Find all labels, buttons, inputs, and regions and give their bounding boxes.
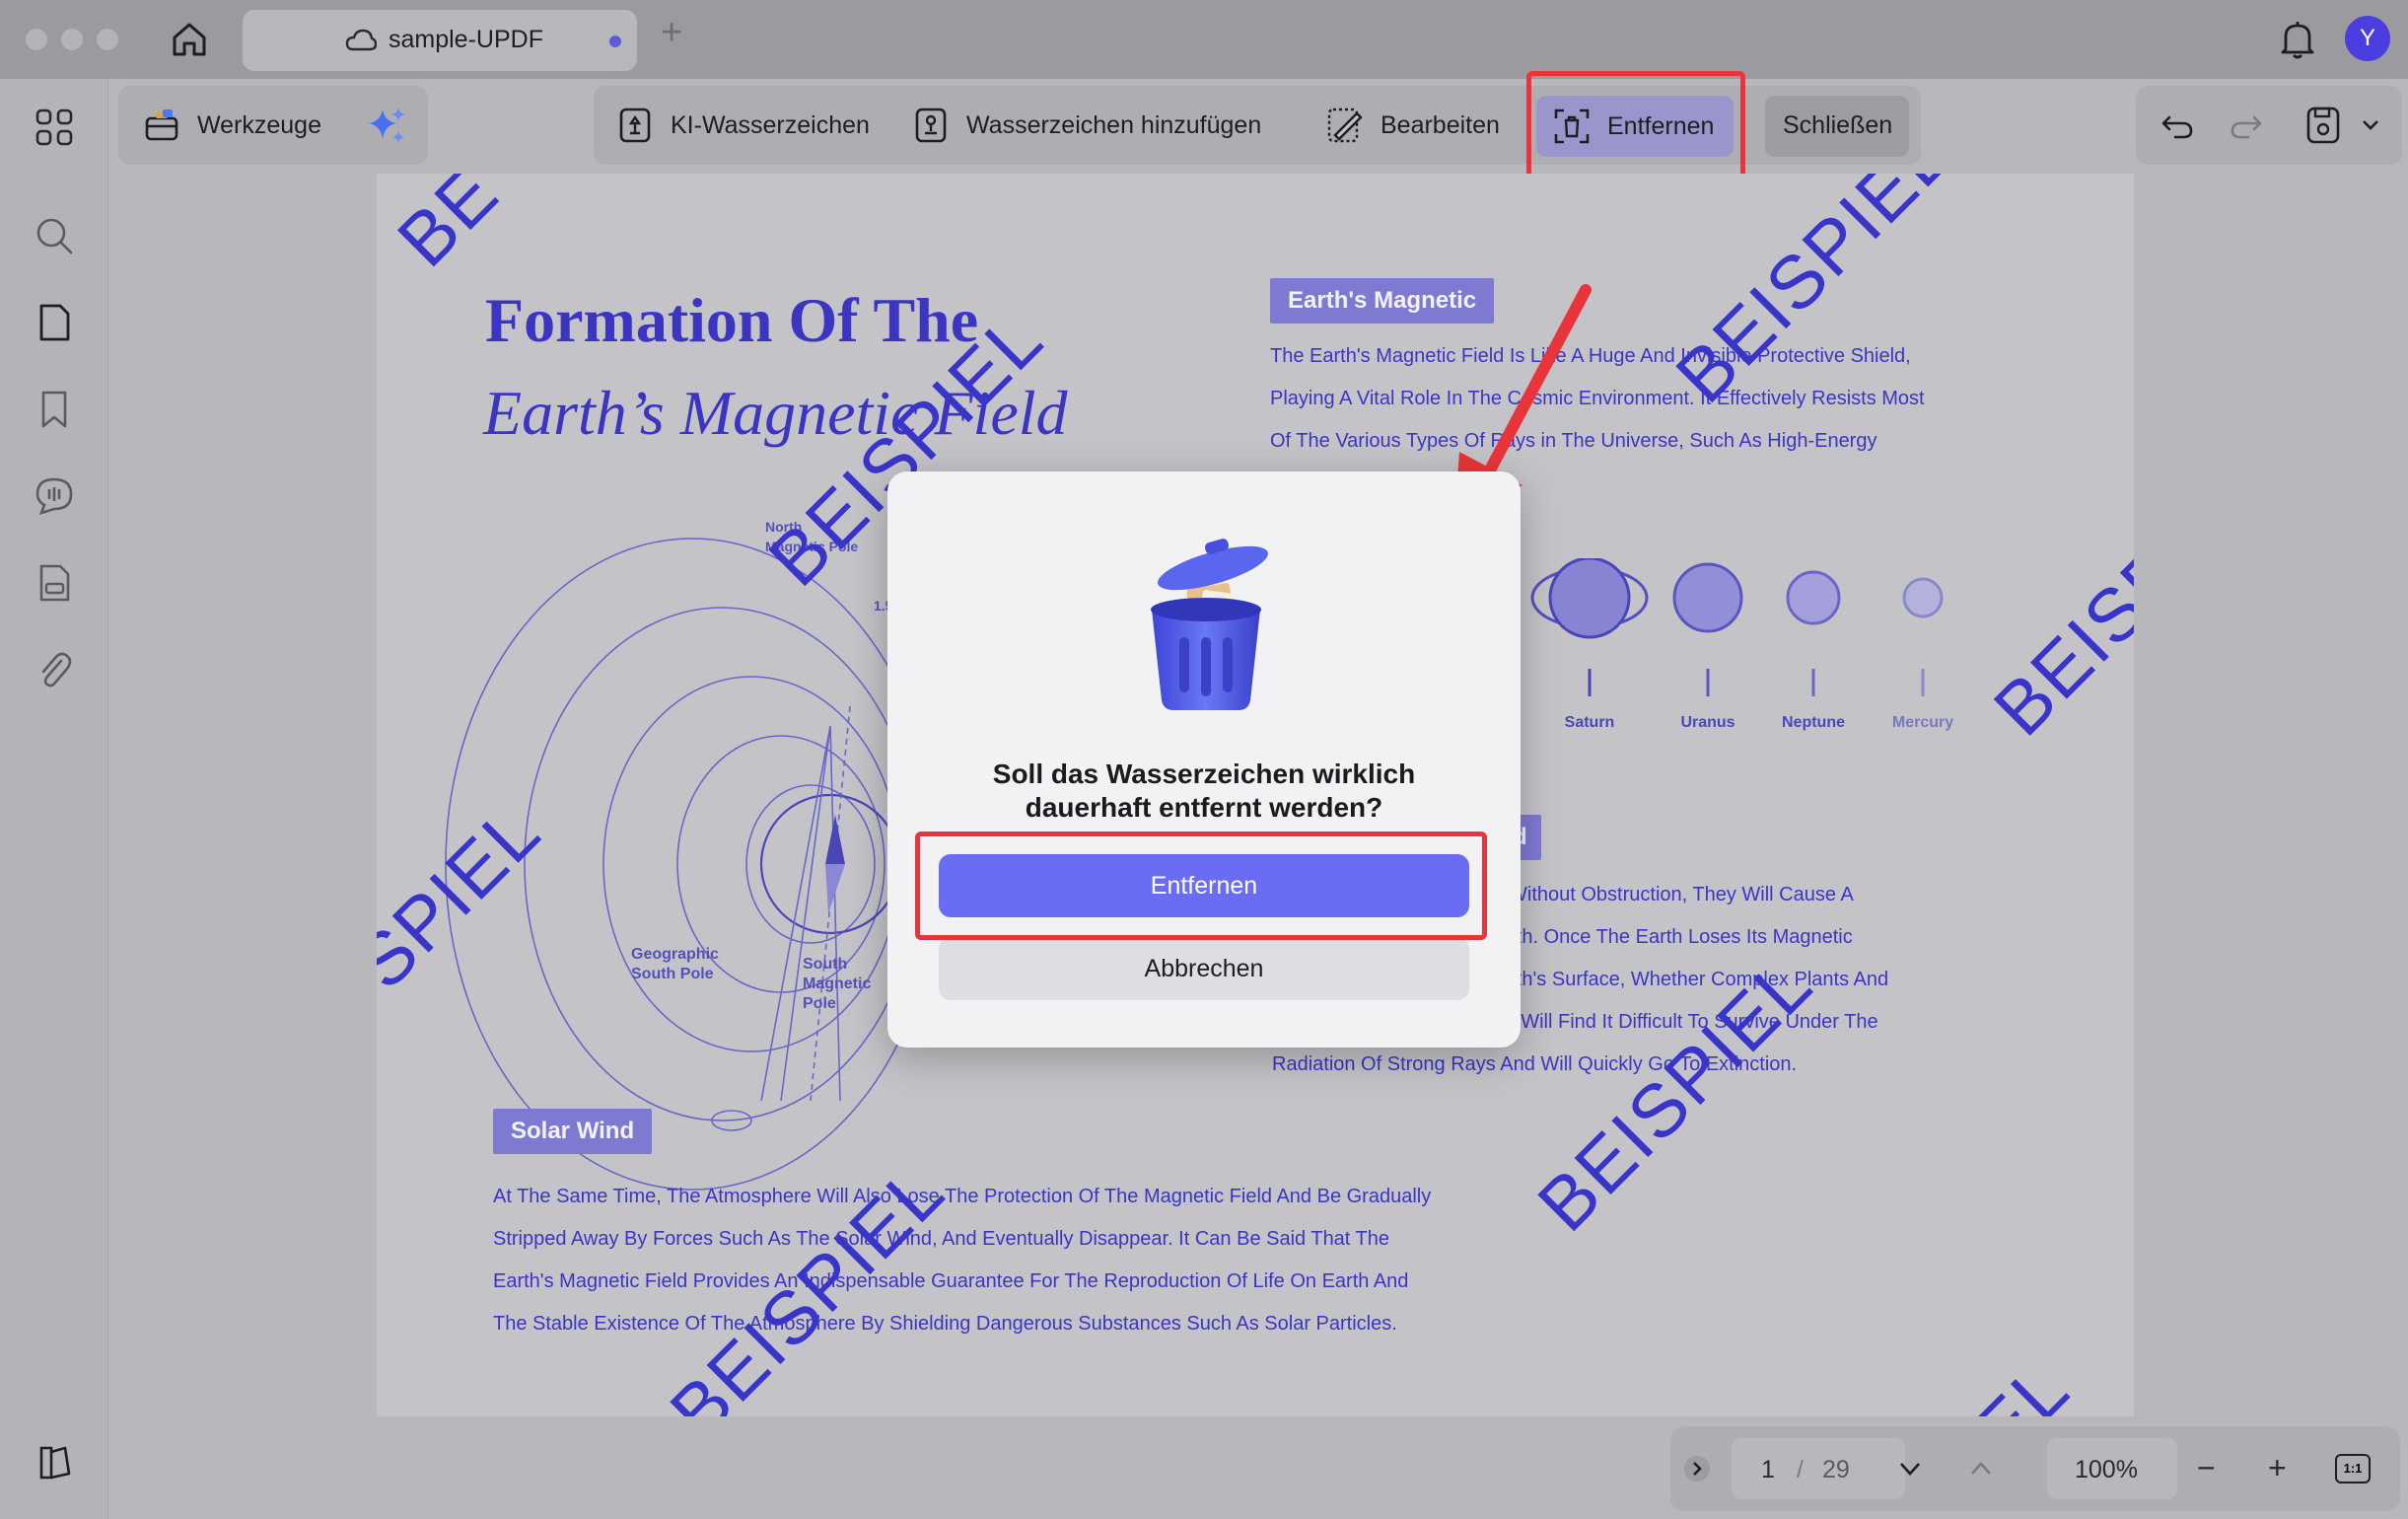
label-south-magnetic-pole: South Magnetic Pole: [803, 956, 872, 1012]
cancel-button[interactable]: Abbrechen: [939, 937, 1469, 1000]
edit-watermark-button[interactable]: Bearbeiten: [1325, 96, 1500, 155]
close-watermark-button[interactable]: Schließen: [1765, 96, 1909, 157]
chevron-down-icon[interactable]: [2361, 117, 2380, 133]
chevron-right-icon[interactable]: [1682, 1454, 1712, 1483]
ai-watermark-label: KI-Wasserzeichen: [671, 110, 870, 139]
tools-button[interactable]: Werkzeuge: [142, 96, 321, 155]
unsaved-dot: [609, 36, 621, 47]
form-icon[interactable]: [32, 560, 77, 606]
label-geographic-south-pole: Geographic South Pole: [631, 946, 719, 982]
title-bar: sample-UPDF + Y: [0, 0, 2408, 79]
watermark-partial-bottom: EL: [1958, 1346, 2086, 1416]
confirm-remove-dialog: Soll das Wasserzeichen wirklich dauerhaf…: [887, 471, 1521, 1048]
edit-watermark-label: Bearbeiten: [1381, 110, 1500, 139]
tab-title: sample-UPDF: [389, 26, 543, 53]
ai-watermark-button[interactable]: KI-Wasserzeichen: [615, 96, 870, 155]
doc-title-line1: Formation Of The: [485, 285, 979, 355]
history-group: [2136, 86, 2402, 165]
grid-apps-icon[interactable]: [32, 105, 77, 150]
add-watermark-button[interactable]: Wasserzeichen hinzufügen: [911, 96, 1261, 155]
page-navigation-bar: 1 / 29 100% − + 1:1: [1670, 1426, 2400, 1511]
attachment-icon[interactable]: [32, 647, 77, 692]
zoom-window-button[interactable]: [97, 29, 118, 50]
tools-group: Werkzeuge: [118, 86, 428, 165]
save-icon[interactable]: [2303, 104, 2343, 147]
pages-icon[interactable]: [32, 300, 77, 345]
sidebar-toggle-icon[interactable]: [32, 1440, 77, 1485]
toolbar-highlight-box: [1526, 71, 1745, 187]
planet-label-neptune: Neptune: [1782, 714, 1845, 731]
total-pages: 29: [1822, 1456, 1850, 1483]
planet-label-saturn: Saturn: [1564, 714, 1615, 731]
undo-icon[interactable]: [2158, 106, 2197, 145]
planet-label-mercury: Mercury: [1891, 714, 1954, 731]
document-tab[interactable]: sample-UPDF: [243, 10, 637, 71]
planet-label-uranus: Uranus: [1680, 714, 1735, 731]
zoom-level: 100%: [2075, 1456, 2138, 1483]
next-page-icon[interactable]: [1895, 1454, 1925, 1483]
zoom-in-button[interactable]: +: [2268, 1450, 2287, 1486]
left-sidebar: [0, 79, 108, 1519]
ai-watermark-icon: [619, 108, 651, 143]
close-window-button[interactable]: [26, 29, 47, 50]
trash-can-icon: [1151, 539, 1268, 710]
page-number-field[interactable]: [1732, 1438, 1905, 1499]
dialog-message: Soll das Wasserzeichen wirklich dauerhaf…: [992, 759, 1416, 823]
page-separator: /: [1797, 1456, 1804, 1483]
bookmark-icon[interactable]: [32, 387, 77, 432]
toolbox-icon: [145, 109, 178, 141]
paragraph-solar-wind: At The Same Time, The Atmosphere Will Al…: [493, 1186, 1432, 1335]
previous-page-icon[interactable]: [1966, 1454, 1996, 1483]
comment-icon[interactable]: [32, 473, 77, 519]
dialog-button-highlight-box: [915, 832, 1487, 940]
notification-button[interactable]: [2278, 18, 2317, 61]
search-icon[interactable]: [32, 213, 77, 258]
user-avatar[interactable]: Y: [2345, 16, 2390, 61]
bell-icon: [2281, 22, 2314, 59]
watermark-partial-top: BE: [382, 174, 516, 283]
home-button[interactable]: [168, 18, 211, 61]
add-watermark-label: Wasserzeichen hinzufügen: [966, 110, 1262, 139]
cloud-icon: [345, 29, 377, 51]
redo-icon[interactable]: [2227, 106, 2266, 145]
actual-size-button[interactable]: 1:1: [2335, 1454, 2371, 1483]
ai-sparkle-icon[interactable]: [367, 106, 408, 147]
zoom-out-button[interactable]: −: [2197, 1450, 2216, 1486]
home-icon: [173, 23, 206, 56]
tools-label: Werkzeuge: [197, 110, 321, 139]
section-label-solar-wind: Solar Wind: [493, 1109, 653, 1154]
new-tab-button[interactable]: +: [661, 14, 682, 51]
close-watermark-label: Schließen: [1783, 111, 1893, 139]
add-watermark-icon: [915, 108, 947, 143]
current-page: 1: [1761, 1456, 1775, 1483]
edit-watermark-icon: [1327, 108, 1363, 143]
minimize-window-button[interactable]: [61, 29, 83, 50]
